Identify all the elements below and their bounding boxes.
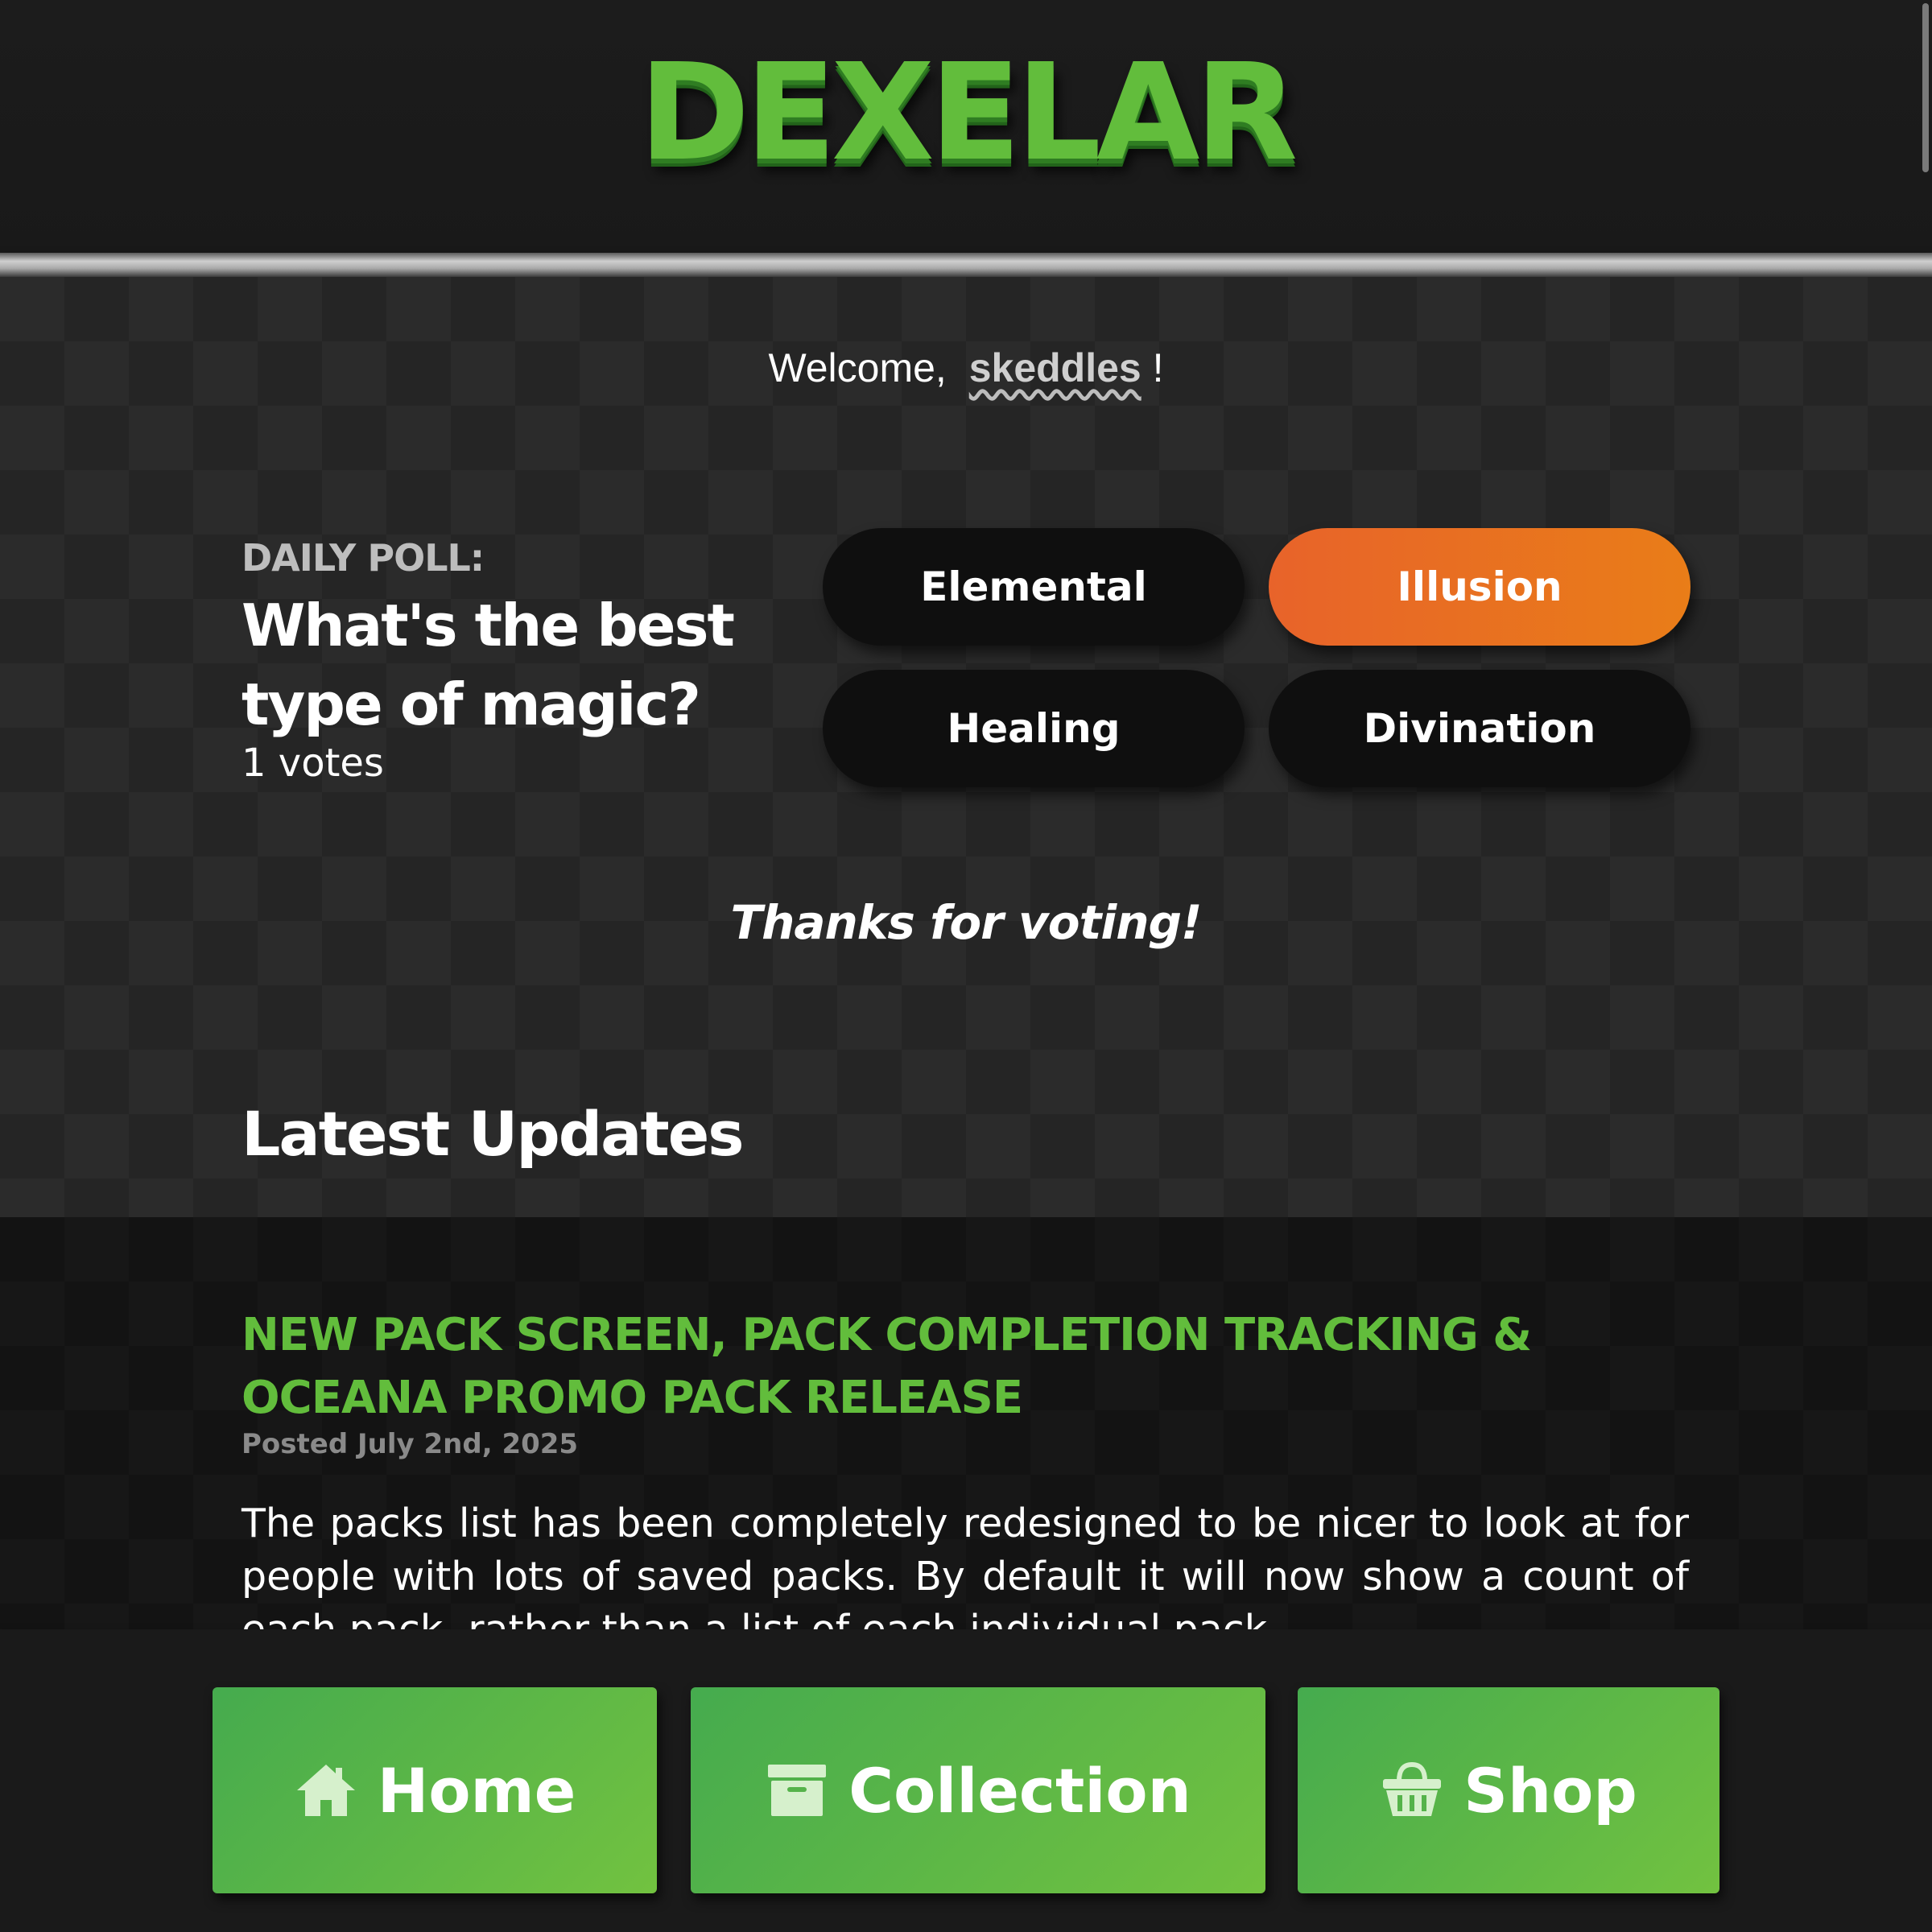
scrollbar[interactable] <box>1922 3 1929 172</box>
home-icon <box>296 1765 355 1816</box>
shop-label: Shop <box>1463 1754 1637 1827</box>
welcome-message: Welcome, skeddles ! <box>0 345 1932 391</box>
welcome-prefix: Welcome, <box>768 345 947 390</box>
collection-label: Collection <box>848 1754 1191 1827</box>
home-label: Home <box>377 1754 576 1827</box>
welcome-suffix: ! <box>1152 345 1164 390</box>
update-date: Posted July 2nd, 2025 <box>242 1428 579 1460</box>
update-body: The packs list has been completely redes… <box>242 1501 1689 1629</box>
collection-button[interactable]: Collection <box>691 1687 1265 1893</box>
poll-option-illusion[interactable]: Illusion <box>1269 528 1690 646</box>
shop-button[interactable]: Shop <box>1298 1687 1719 1893</box>
site-logo[interactable]: DEXELAR <box>0 47 1932 180</box>
latest-updates-heading: Latest Updates <box>242 1098 745 1170</box>
poll-option-healing[interactable]: Healing <box>823 670 1245 787</box>
home-button[interactable]: Home <box>213 1687 657 1893</box>
top-rail-divider <box>0 253 1932 277</box>
poll-thanks-message: Thanks for voting! <box>730 895 1203 950</box>
page: DEXELAR Welcome, skeddles ! DAILY POLL: … <box>0 0 1932 1932</box>
updates-panel: NEW PACK SCREEN, PACK COMPLETION TRACKIN… <box>0 1217 1932 1629</box>
poll-label: DAILY POLL: <box>242 536 485 580</box>
update-title[interactable]: NEW PACK SCREEN, PACK COMPLETION TRACKIN… <box>242 1304 1690 1430</box>
archive-box-icon <box>768 1765 827 1816</box>
poll-vote-count: 1 votes <box>242 741 384 786</box>
username-link[interactable]: skeddles <box>969 345 1141 390</box>
basket-icon <box>1383 1761 1442 1816</box>
header: DEXELAR <box>0 0 1932 253</box>
poll-option-divination[interactable]: Divination <box>1269 670 1690 787</box>
poll-question: What's the best type of magic? <box>242 592 735 738</box>
poll-option-elemental[interactable]: Elemental <box>823 528 1245 646</box>
